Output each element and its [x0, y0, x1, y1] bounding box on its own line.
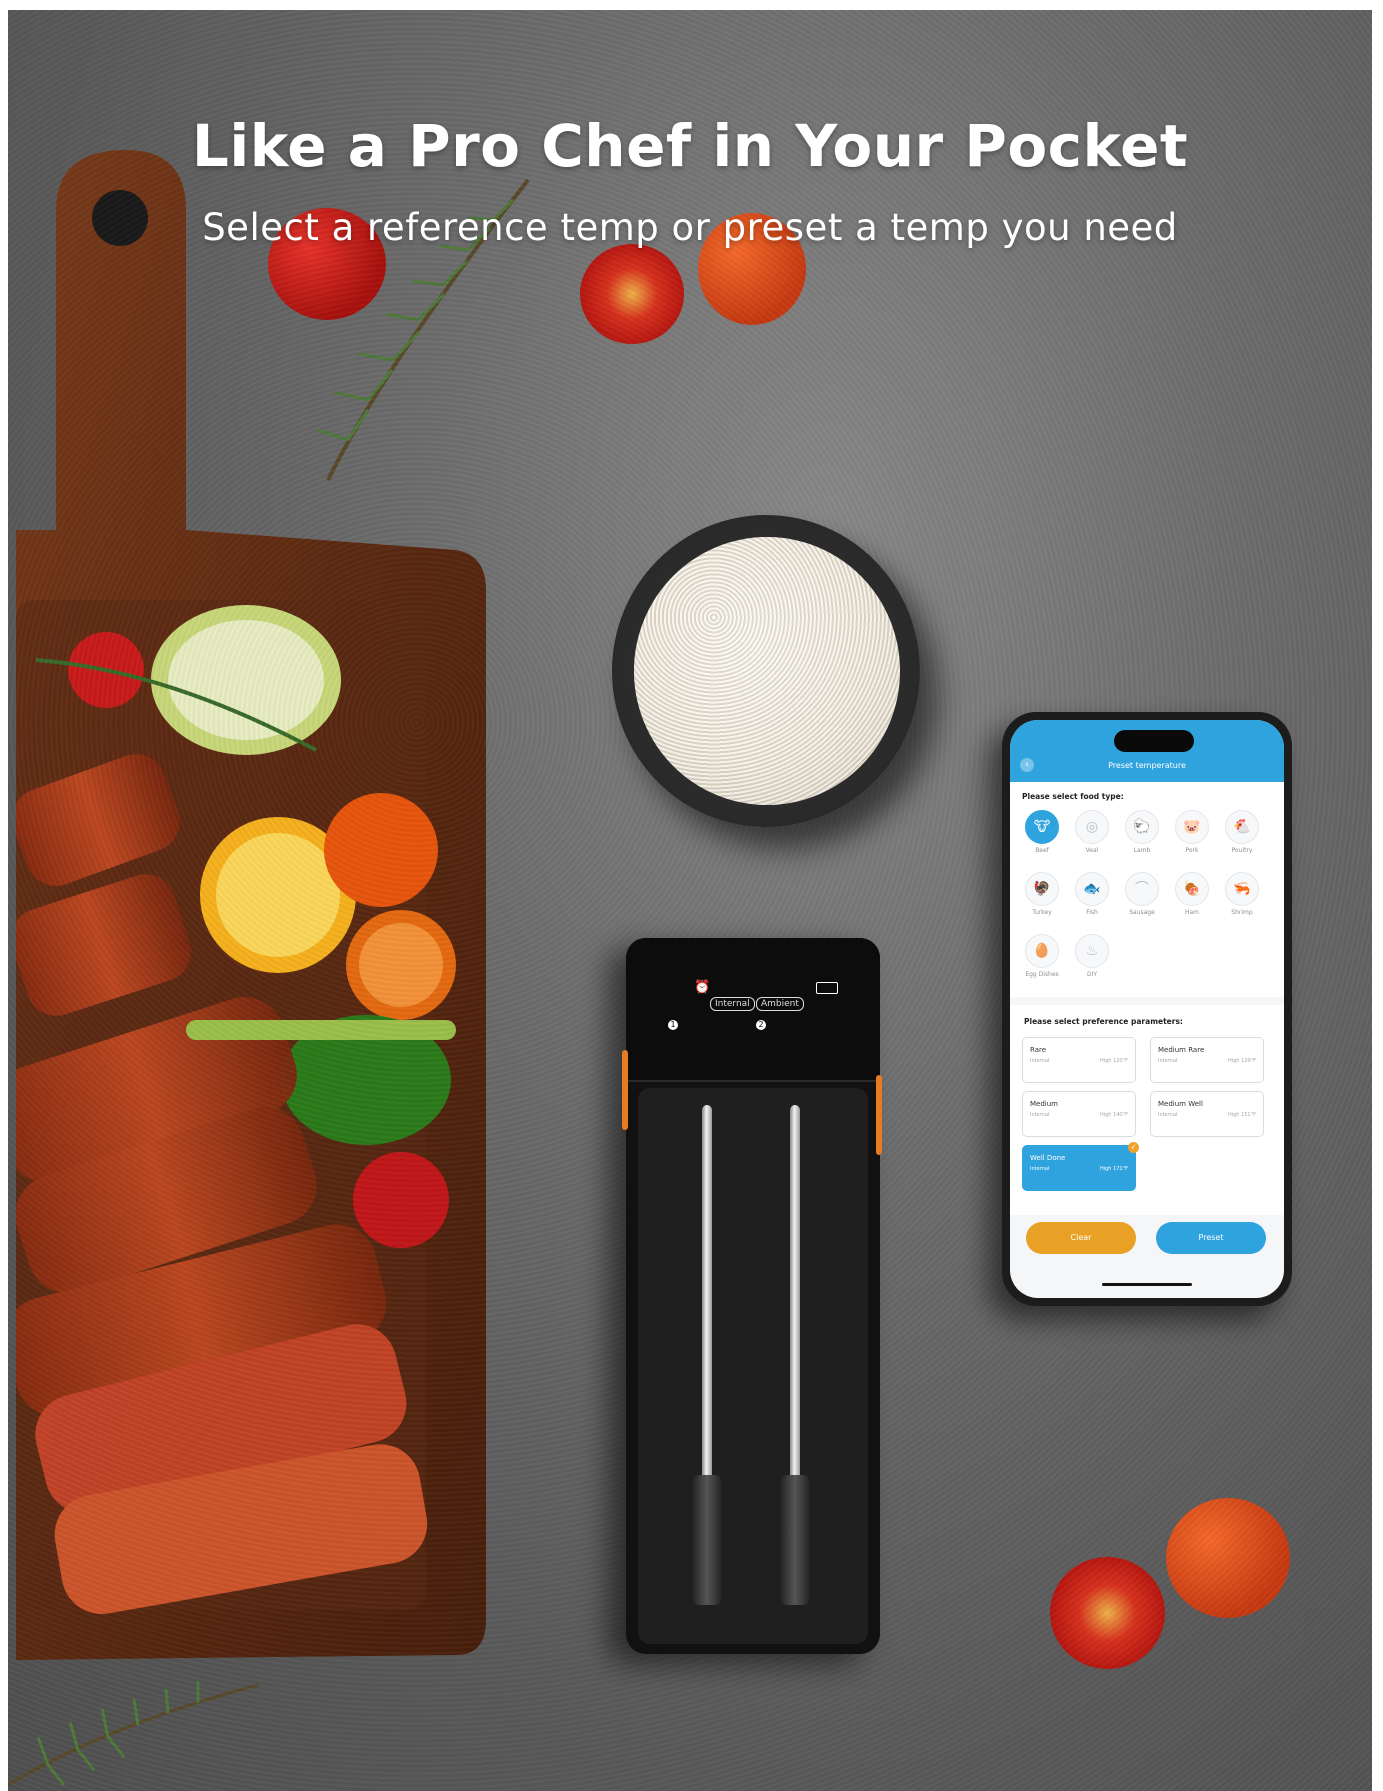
preference-type: Internal	[1158, 1058, 1178, 1064]
preference-temp: High 140°F	[1099, 1112, 1128, 1118]
food-option-label: Poultry	[1231, 847, 1253, 854]
preference-type: Internal	[1030, 1166, 1050, 1172]
preference-option-medium-well[interactable]: Medium Well Internal High 151°F	[1150, 1091, 1264, 1137]
probe-1-handle	[692, 1475, 722, 1605]
pig-icon: 🐷	[1175, 810, 1209, 844]
preference-temp: High 151°F	[1227, 1112, 1256, 1118]
food-option-label: Shrimp	[1231, 909, 1253, 916]
orange-accent	[622, 1050, 628, 1130]
tomato	[1166, 1498, 1290, 1618]
food-option-label: Egg Dishes	[1025, 971, 1059, 978]
dynamic-island	[1114, 730, 1194, 752]
food-option-veal[interactable]: ◎ Veal	[1072, 810, 1112, 854]
sheep-icon: 🐑	[1125, 810, 1159, 844]
food-option-poultry[interactable]: 🐔 Poultry	[1222, 810, 1262, 854]
preference-name: Medium Well	[1158, 1100, 1203, 1108]
preference-temp: High 129°F	[1227, 1058, 1256, 1064]
preference-temp: High 120°F	[1099, 1058, 1128, 1064]
screen-title: Preset temperature	[1108, 761, 1186, 770]
check-icon: ✓	[1128, 1142, 1139, 1153]
phone-screen: ‹ Preset temperature Please select food …	[1010, 720, 1284, 1298]
preset-button[interactable]: Preset	[1156, 1222, 1266, 1254]
probe-2-indicator: 2	[756, 1020, 766, 1030]
subheadline: Select a reference temp or preset a temp…	[202, 206, 1178, 249]
probe-tray	[638, 1088, 868, 1644]
food-option-label: Sausage	[1129, 909, 1155, 916]
food-option-fish[interactable]: 🐟 Fish	[1072, 872, 1112, 916]
food-option-shrimp[interactable]: 🦐 Shrimp	[1222, 872, 1262, 916]
thermometer-charging-base	[626, 938, 880, 1654]
food-option-turkey[interactable]: 🦃 Turkey	[1022, 872, 1062, 916]
food-option-egg-dishes[interactable]: 🥚 Egg Dishes	[1022, 934, 1062, 978]
preference-name: Medium	[1030, 1100, 1058, 1108]
ambient-label: Ambient	[756, 997, 804, 1011]
food-option-label: DIY	[1086, 971, 1098, 978]
preference-type: Internal	[1030, 1112, 1050, 1118]
food-type-prompt: Please select food type:	[1022, 792, 1124, 801]
grill-icon: ♨	[1075, 934, 1109, 968]
veal-icon: ◎	[1075, 810, 1109, 844]
probe-2-handle	[780, 1475, 810, 1605]
food-option-label: Beef	[1035, 847, 1049, 854]
preference-type: Internal	[1030, 1058, 1050, 1064]
preference-name: Rare	[1030, 1046, 1047, 1054]
egg-icon: 🥚	[1025, 934, 1059, 968]
food-option-label: Lamb	[1133, 847, 1151, 854]
alarm-icon: ⏰	[694, 980, 711, 995]
preference-option-medium-rare[interactable]: Medium Rare Internal High 129°F	[1150, 1037, 1264, 1083]
fish-icon: 🐟	[1075, 872, 1109, 906]
device-display	[626, 938, 880, 1082]
food-option-pork[interactable]: 🐷 Pork	[1172, 810, 1212, 854]
preference-option-rare[interactable]: Rare Internal High 120°F	[1022, 1037, 1136, 1083]
food-option-lamb[interactable]: 🐑 Lamb	[1122, 810, 1162, 854]
rosemary-sprig	[8, 1681, 259, 1787]
headline: Like a Pro Chef in Your Pocket	[191, 112, 1189, 180]
food-option-beef[interactable]: 🐮 Beef	[1022, 810, 1062, 854]
orange-accent	[876, 1075, 882, 1155]
food-option-diy[interactable]: ♨ DIY	[1072, 934, 1112, 978]
chicken-icon: 🐔	[1225, 810, 1259, 844]
clear-button[interactable]: Clear	[1026, 1222, 1136, 1254]
preference-prompt: Please select preference parameters:	[1024, 1017, 1183, 1026]
shrimp-icon: 🦐	[1225, 872, 1259, 906]
cow-icon: 🐮	[1025, 810, 1059, 844]
food-option-label: Turkey	[1032, 909, 1052, 916]
halved-tomato	[580, 244, 684, 344]
halved-tomato	[1050, 1557, 1165, 1669]
internal-label: Internal	[710, 997, 755, 1011]
app-header: ‹ Preset temperature	[1010, 720, 1284, 782]
sausage-icon: ⌒	[1125, 872, 1159, 906]
probe-1-indicator: 1	[668, 1020, 678, 1030]
food-type-card: Please select food type: 🐮 Beef ◎ Veal 🐑 Lamb…	[1010, 782, 1284, 997]
turkey-icon: 🦃	[1025, 872, 1059, 906]
food-option-label: Ham	[1184, 909, 1200, 916]
preference-name: Medium Rare	[1158, 1046, 1205, 1054]
battery-icon	[816, 982, 838, 994]
preference-card: Please select preference parameters: Rar…	[1010, 1005, 1284, 1215]
preference-type: Internal	[1158, 1112, 1178, 1118]
preference-temp: High 171°F	[1099, 1166, 1128, 1172]
food-option-ham[interactable]: 🍖 Ham	[1172, 872, 1212, 916]
rice	[634, 537, 900, 805]
ham-icon: 🍖	[1175, 872, 1209, 906]
food-option-label: Pork	[1185, 847, 1199, 854]
preference-option-medium[interactable]: Medium Internal High 140°F	[1022, 1091, 1136, 1137]
food-option-sausage[interactable]: ⌒ Sausage	[1122, 872, 1162, 916]
food-option-label: Fish	[1086, 909, 1098, 916]
preference-option-well-done[interactable]: Well Done Internal High 171°F ✓	[1022, 1142, 1139, 1191]
food-option-label: Veal	[1085, 847, 1099, 854]
home-indicator	[1102, 1283, 1192, 1286]
preference-name: Well Done	[1030, 1154, 1066, 1162]
